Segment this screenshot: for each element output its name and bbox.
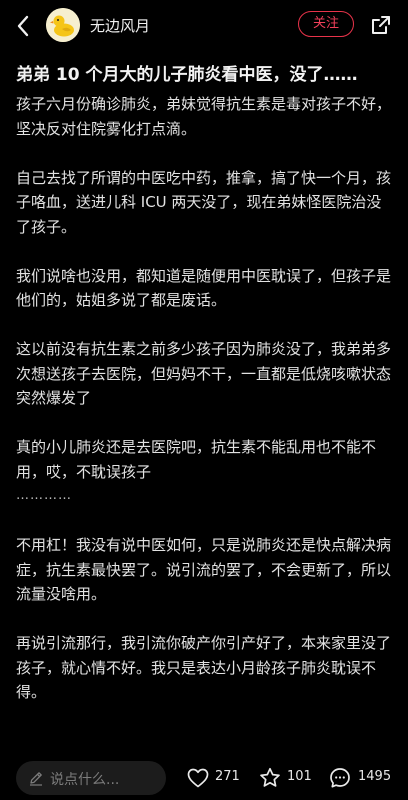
like-count: 271 (215, 769, 240, 784)
post-title: 弟弟 10 个月大的儿子肺炎看中医，没了…… (16, 65, 358, 85)
author-name[interactable]: 无边风月 (90, 15, 150, 36)
comment-button[interactable]: 1495 (328, 764, 394, 792)
post-paragraph: 孩子六月份确诊肺炎，弟妹觉得抗生素是毒对孩子不好，坚决反对住院雾化打点滴。 (16, 95, 392, 138)
back-arrow-icon[interactable] (14, 14, 34, 38)
post-body: 孩子六月份确诊肺炎，弟妹觉得抗生素是毒对孩子不好，坚决反对住院雾化打点滴。 自己… (16, 92, 394, 729)
follow-button[interactable]: 关注 (298, 11, 354, 37)
post-paragraph: 我们说啥也没用，都知道是随便用中医耽误了，但孩子是他们的，姑姐多说了都是废话。 (16, 266, 392, 310)
post-paragraph: 不用杠！我没有说中医如何，只是说肺炎还是快点解决病症，抗生素最快罢了。说引流的罢… (16, 536, 392, 603)
favorite-count: 101 (287, 769, 312, 784)
post-paragraph: 再说引流那行，我引流你破产你引产好了，本来家里没了孩子，就心情不好。我只是表达小… (16, 634, 392, 701)
like-button[interactable]: 271 (186, 764, 242, 792)
duck-avatar-icon (46, 8, 80, 42)
comment-count: 1495 (358, 769, 392, 784)
star-icon (260, 767, 280, 787)
heart-icon (187, 768, 209, 788)
ellipsis-line: ………… (16, 488, 72, 503)
post-paragraph: 真的小儿肺炎还是去医院吧，抗生素不能乱用也不能不用，哎，不耽误孩子 (16, 438, 377, 481)
pencil-icon (30, 772, 42, 786)
top-bar: 无边风月 关注 (0, 0, 408, 52)
comment-bubble-icon (330, 768, 350, 788)
share-icon[interactable] (370, 14, 392, 36)
post-paragraph: 这以前没有抗生素之前多少孩子因为肺炎没了，我弟弟多次想送孩子去医院，但妈妈不干，… (16, 340, 392, 407)
comment-placeholder: 说点什么... (50, 772, 120, 788)
post-paragraph: 自己去找了所谓的中医吃中药，推拿，搞了快一个月，孩子咯血，送进儿科 ICU 两天… (16, 168, 392, 236)
bottom-action-bar: 说点什么... 271 101 1495 (0, 756, 408, 800)
avatar[interactable] (46, 8, 80, 42)
favorite-button[interactable]: 101 (258, 764, 314, 792)
comment-input[interactable]: 说点什么... (16, 761, 166, 795)
